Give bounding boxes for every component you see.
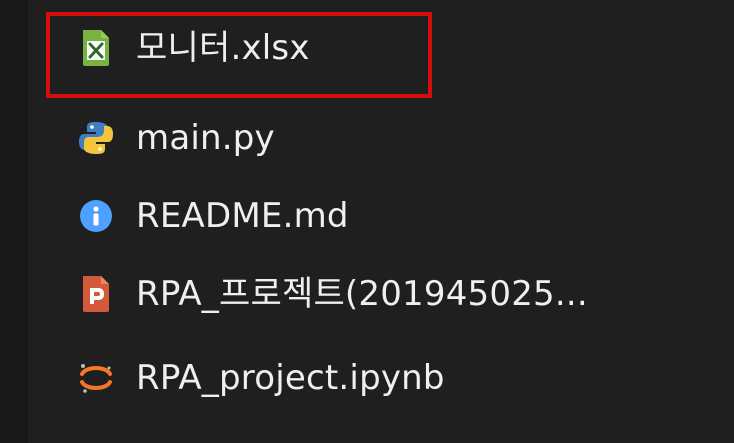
file-explorer: 모니터.xlsx main.py README.md RPA_프로젝트(2019… [0,0,734,443]
file-label: main.py [136,118,275,158]
file-item-readme-md[interactable]: README.md [76,180,349,252]
file-list: 모니터.xlsx main.py README.md RPA_프로젝트(2019… [0,0,734,443]
file-item-main-py[interactable]: main.py [76,102,275,174]
file-item-rpa-presentation[interactable]: RPA_프로젝트(201945025... [76,258,588,330]
python-file-icon [76,118,116,158]
file-item-rpa-project-ipynb[interactable]: RPA_project.ipynb [76,342,445,414]
powerpoint-file-icon [76,274,116,314]
jupyter-notebook-icon [76,358,116,398]
file-label: RPA_project.ipynb [136,358,445,398]
info-icon [76,196,116,236]
file-label: 모니터.xlsx [136,28,310,68]
excel-file-icon [76,28,116,68]
file-label: RPA_프로젝트(201945025... [136,274,588,314]
file-item-monitor-xlsx[interactable]: 모니터.xlsx [76,12,310,84]
file-label: README.md [136,196,349,236]
